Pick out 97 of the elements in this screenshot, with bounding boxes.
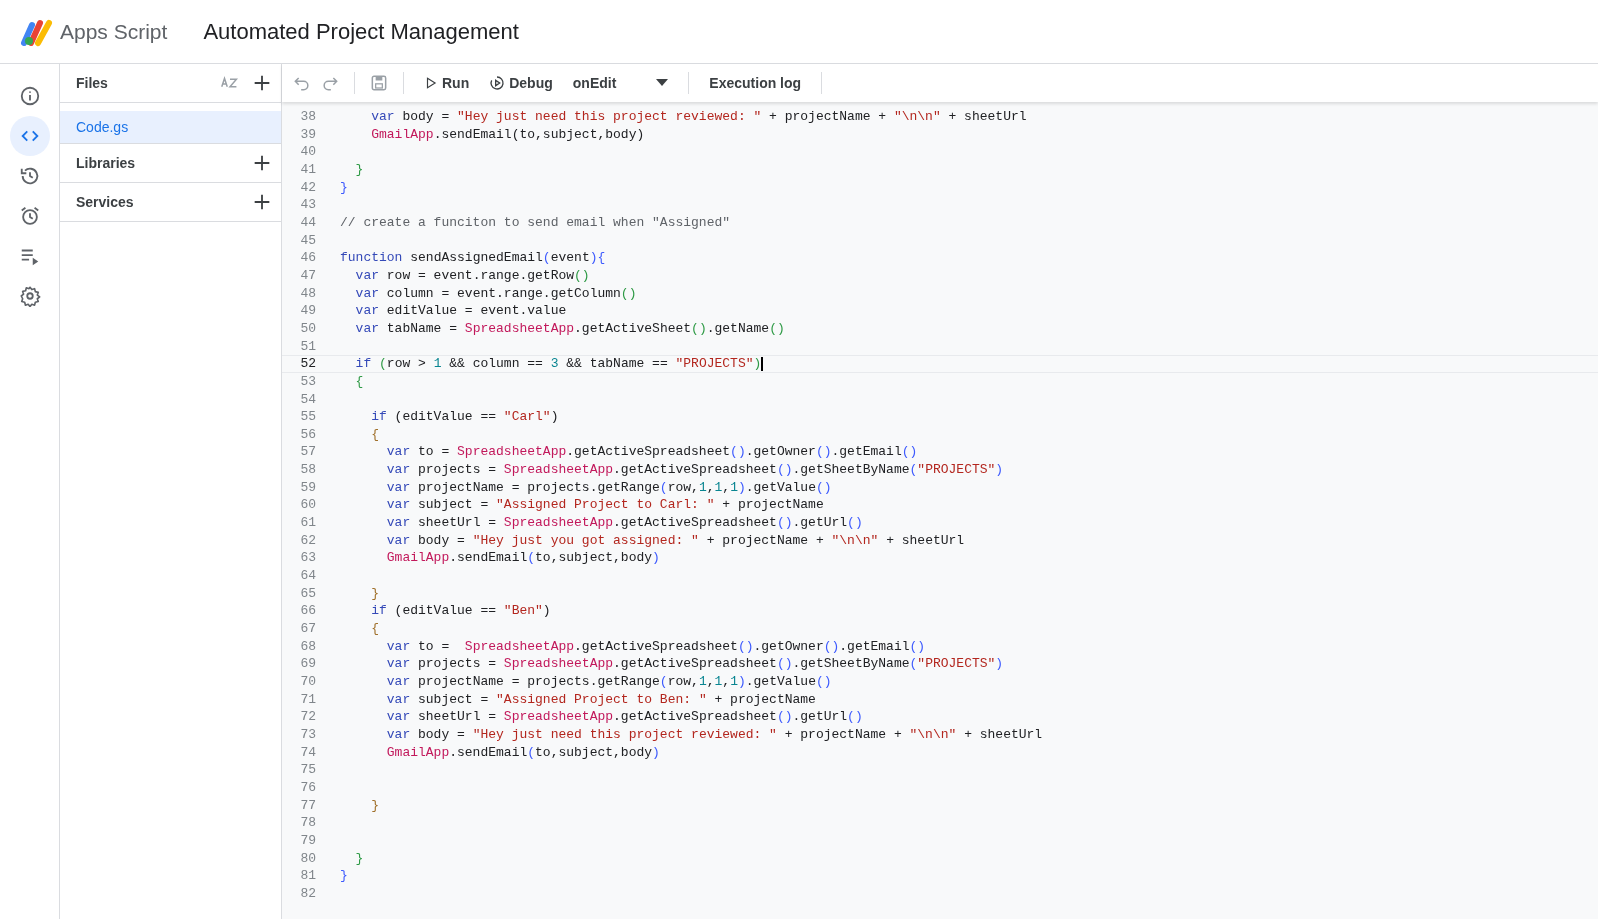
code-line: }: [340, 867, 348, 885]
code-line: }: [340, 178, 348, 197]
line-number: 82: [299, 884, 316, 903]
code-line: var subject = "Assigned Project to Ben: " + projectName: [385, 690, 816, 709]
code-line: GmailApp.sendEmail(to,subject,body): [370, 125, 645, 144]
play-icon: [424, 76, 438, 90]
code-line: var subject = "Assigned Project to Carl: " + projectName: [385, 496, 824, 515]
debug-button[interactable]: Debug: [483, 71, 559, 95]
line-number: 54: [299, 390, 316, 409]
run-button[interactable]: Run: [418, 71, 476, 95]
line-number: 66: [299, 602, 316, 621]
file-item[interactable]: Code.gs: [60, 111, 281, 143]
code-line: {: [370, 620, 379, 638]
line-number: 42: [299, 178, 316, 197]
debug-icon: [489, 75, 506, 91]
code-line: var row = event.range.getRow(): [354, 266, 590, 285]
code-line: if (editValue == "Carl"): [370, 408, 559, 426]
code-line: var body = "Hey just need this project reviewed: " + projectName + "\n\n" + sheetUrl: [385, 725, 1043, 744]
code-line: var column = event.range.getColumn(): [354, 284, 637, 303]
line-number: 61: [299, 514, 316, 532]
code-line: var sheetUrl = SpreadsheetApp.getActiveSpreadsheet().getUrl(): [385, 514, 863, 532]
code-line: function sendAssignedEmail(event){: [340, 249, 606, 267]
line-number: 74: [299, 743, 316, 762]
line-number: 77: [299, 796, 316, 815]
code-line: if (row > 1 && column == 3 && tabName == "PROJECTS"): [354, 356, 764, 372]
save-icon[interactable]: [369, 73, 389, 93]
code-line: var projects = SpreadsheetApp.getActiveSpreadsheet().getSheetByName("PROJECTS"): [385, 655, 1004, 673]
code-line: var sheetUrl = SpreadsheetApp.getActiveSpreadsheet().getUrl(): [385, 708, 863, 726]
info-icon: [18, 85, 41, 107]
line-number: 78: [299, 814, 316, 832]
code-line: }: [370, 584, 379, 603]
files-heading: Files: [76, 75, 109, 91]
line-number: 73: [299, 725, 316, 744]
line-number: 68: [299, 637, 316, 656]
line-number: 76: [299, 778, 316, 797]
code-line: var to = SpreadsheetApp.getActiveSpreadsheet().getOwner().getEmail(): [385, 637, 926, 656]
line-number: 64: [299, 567, 316, 585]
line-number: 75: [299, 761, 316, 779]
line-number: 56: [299, 425, 316, 444]
line-number: 70: [299, 673, 316, 691]
line-number: 40: [299, 143, 316, 161]
line-number: 58: [299, 461, 316, 479]
line-number: 69: [299, 655, 316, 673]
line-number: 44: [299, 213, 316, 232]
code-line: var projectName = projects.getRange(row,1,1,1).getValue(): [385, 673, 832, 691]
code-line: }: [354, 849, 364, 868]
settings-icon: [18, 285, 41, 307]
line-number: 50: [299, 319, 316, 338]
code-line: var body = "Hey just you got assigned: " + projectName + "\n\n" + sheetUrl: [385, 531, 965, 550]
line-number: 46: [299, 249, 316, 267]
code-button[interactable]: [9, 116, 50, 156]
code-line: var to = SpreadsheetApp.getActiveSpreadsheet().getOwner().getEmail(): [385, 443, 918, 462]
code-line: var tabName = SpreadsheetApp.getActiveSheet().getName(): [354, 319, 785, 338]
line-number: 60: [299, 496, 316, 515]
section-heading[interactable]: Services: [76, 194, 134, 210]
line-number: 59: [299, 478, 316, 497]
line-number: 71: [299, 690, 316, 709]
code-line: }: [354, 160, 364, 179]
execution-log-button[interactable]: Execution log: [703, 71, 808, 95]
project-title[interactable]: Automated Project Management: [203, 18, 519, 45]
caret-icon: [656, 79, 669, 87]
code-line: if (editValue == "Ben"): [370, 602, 551, 621]
section-heading[interactable]: Libraries: [76, 155, 136, 171]
code-line: GmailApp.sendEmail(to,subject,body): [385, 549, 660, 568]
line-number: 51: [299, 337, 316, 356]
code-line: var projectName = projects.getRange(row,1,1,1).getValue(): [385, 478, 832, 497]
line-number: 52: [299, 356, 316, 372]
code-line: {: [370, 425, 379, 444]
line-number: 49: [299, 302, 316, 320]
line-number: 39: [299, 125, 316, 144]
line-number: 55: [299, 408, 316, 426]
line-number: 62: [299, 531, 316, 550]
line-number: 48: [299, 284, 316, 303]
line-number: 63: [299, 549, 316, 568]
product-name: Apps Script: [60, 19, 168, 44]
line-number: 45: [299, 231, 316, 250]
code-line: // create a funciton to send email when "Assigned": [340, 213, 731, 232]
code-line: GmailApp.sendEmail(to,subject,body): [385, 743, 660, 762]
line-number: 47: [299, 266, 316, 285]
line-number: 81: [299, 867, 316, 885]
line-number: 41: [299, 160, 316, 179]
line-number: 65: [299, 584, 316, 603]
code-line: }: [370, 796, 379, 815]
line-number: 80: [299, 849, 316, 868]
code-line: var projects = SpreadsheetApp.getActiveSpreadsheet().getSheetByName("PROJECTS"): [385, 461, 1004, 479]
line-number: 53: [299, 372, 316, 391]
line-number: 38: [299, 108, 316, 126]
line-number: 57: [299, 443, 316, 462]
line-number: 43: [299, 196, 316, 214]
function-dropdown[interactable]: onEdit: [566, 71, 675, 95]
code-line: {: [354, 372, 364, 391]
code-line: var editValue = event.value: [354, 302, 567, 320]
line-number: 67: [299, 620, 316, 638]
line-number: 79: [299, 831, 316, 850]
code-line: var body = "Hey just need this project reviewed: " + projectName + "\n\n" + sheetUrl: [370, 108, 1027, 126]
line-number: 72: [299, 708, 316, 726]
history-icon: [18, 165, 41, 187]
